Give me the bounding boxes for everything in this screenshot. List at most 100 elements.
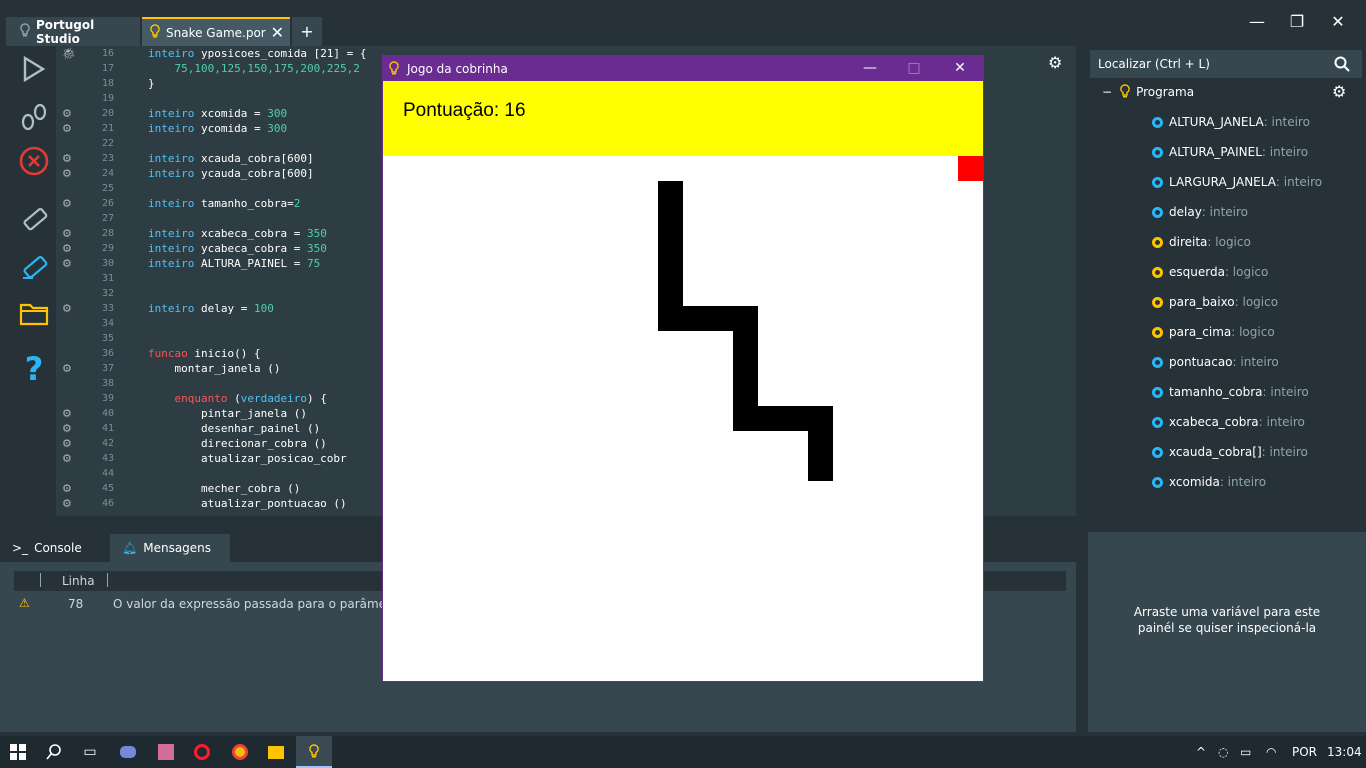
bug-icon[interactable]: ⚙	[62, 198, 76, 210]
variable-item[interactable]: direita : logico	[1152, 232, 1251, 252]
variable-item[interactable]: LARGURA_JANELA : inteiro	[1152, 172, 1322, 192]
close-tab-icon[interactable]: ✕	[271, 23, 284, 42]
tab-snake-game[interactable]: Snake Game.por ✕	[142, 17, 290, 46]
code-line[interactable]: inteiro xcomida = 300	[148, 106, 367, 121]
help-button[interactable]: ?	[17, 350, 51, 388]
inspect-panel[interactable]: Arraste uma variável para este painél se…	[1088, 532, 1366, 732]
language-indicator[interactable]: POR	[1292, 745, 1317, 759]
variable-item[interactable]: esquerda : logico	[1152, 262, 1268, 282]
code-line[interactable]: direcionar_cobra ()	[148, 436, 367, 451]
code-line[interactable]	[148, 316, 367, 331]
gear-icon[interactable]: ⚙	[1332, 82, 1346, 101]
code-line[interactable]	[148, 286, 367, 301]
variable-item[interactable]: xcauda_cobra[] : inteiro	[1152, 442, 1308, 462]
code-line[interactable]: inteiro ycabeca_cobra = 350	[148, 241, 367, 256]
maximize-button[interactable]: ❐	[1285, 12, 1309, 31]
code-line[interactable]	[148, 331, 367, 346]
discord-icon[interactable]	[110, 736, 146, 768]
code-line[interactable]: }	[148, 76, 367, 91]
code-line[interactable]	[148, 271, 367, 286]
search-icon[interactable]	[36, 736, 72, 768]
code-lines[interactable]: inteiro yposicoes_comida [21] = { 75,100…	[148, 46, 367, 511]
gear-icon[interactable]: ⚙	[1048, 53, 1062, 72]
portugol-taskbar-icon[interactable]	[296, 736, 332, 768]
code-line[interactable]: inteiro delay = 100	[148, 301, 367, 316]
run-button[interactable]	[17, 52, 51, 86]
opera-icon[interactable]	[184, 736, 220, 768]
bug-icon[interactable]: ⚙	[62, 123, 76, 135]
code-line[interactable]	[148, 376, 367, 391]
step-button[interactable]	[17, 100, 51, 134]
code-line[interactable]	[148, 91, 367, 106]
code-line[interactable]: pintar_janela ()	[148, 406, 367, 421]
task-view-icon[interactable]: ▭	[72, 736, 108, 768]
app-icon[interactable]	[148, 736, 184, 768]
code-line[interactable]	[148, 466, 367, 481]
variable-item[interactable]: ALTURA_JANELA : inteiro	[1152, 112, 1310, 132]
code-line[interactable]: inteiro ycomida = 300	[148, 121, 367, 136]
code-line[interactable]	[148, 136, 367, 151]
game-close-button[interactable]: ✕	[950, 60, 970, 76]
code-line[interactable]: mecher_cobra ()	[148, 481, 367, 496]
tree-root-programa[interactable]: − Programa	[1102, 82, 1194, 102]
clock[interactable]: 13:04	[1327, 745, 1362, 759]
code-line[interactable]: inteiro yposicoes_comida [21] = {	[148, 46, 367, 61]
battery-icon[interactable]: ▭	[1240, 745, 1251, 759]
game-title-bar[interactable]: Jogo da cobrinha — □ ✕	[383, 56, 983, 81]
variable-item[interactable]: para_baixo : logico	[1152, 292, 1278, 312]
game-minimize-button[interactable]: —	[860, 60, 880, 76]
chevron-up-icon[interactable]: ^	[1196, 745, 1206, 759]
minimize-button[interactable]: —	[1245, 12, 1269, 31]
code-line[interactable]: montar_janela ()	[148, 361, 367, 376]
code-line[interactable]: inteiro ycauda_cobra[600]	[148, 166, 367, 181]
code-line[interactable]: inteiro tamanho_cobra=2	[148, 196, 367, 211]
save-as-button[interactable]	[17, 250, 51, 284]
search-icon[interactable]	[1334, 56, 1350, 72]
variable-item[interactable]: xcabeca_cobra : inteiro	[1152, 412, 1305, 432]
variable-item[interactable]: xcomida : inteiro	[1152, 472, 1266, 492]
variable-item[interactable]: tamanho_cobra : inteiro	[1152, 382, 1309, 402]
breakpoint-gutter[interactable]: 🐞︎ ⚙ ⚙ ⚙ ⚙ ⚙ ⚙ ⚙ ⚙ ⚙ ⚙ ⚙ ⚙ ⚙ ⚙ ⚙ ⚙	[56, 46, 84, 516]
file-explorer-icon[interactable]	[258, 736, 294, 768]
game-board[interactable]	[383, 156, 983, 681]
bug-icon[interactable]: ⚙	[62, 243, 76, 255]
bug-icon[interactable]: ⚙	[62, 408, 76, 420]
code-line[interactable]: enquanto (verdadeiro) {	[148, 391, 367, 406]
variable-item[interactable]: para_cima : logico	[1152, 322, 1275, 342]
code-line[interactable]: atualizar_pontuacao ()	[148, 496, 367, 511]
open-button[interactable]	[17, 296, 51, 330]
wifi-icon[interactable]: ◠	[1266, 745, 1276, 759]
tab-portugol-studio[interactable]: Portugol Studio	[6, 17, 140, 46]
add-tab-button[interactable]: +	[292, 17, 322, 46]
code-line[interactable]: desenhar_painel ()	[148, 421, 367, 436]
code-line[interactable]: inteiro xcabeca_cobra = 350	[148, 226, 367, 241]
bug-icon[interactable]: ⚙	[62, 228, 76, 240]
code-line[interactable]: inteiro xcauda_cobra[600]	[148, 151, 367, 166]
collapse-icon[interactable]: −	[1102, 85, 1112, 99]
bug-icon[interactable]: ⚙	[62, 423, 76, 435]
code-line[interactable]: 75,100,125,150,175,200,225,2	[148, 61, 367, 76]
bug-icon[interactable]: ⚙	[62, 153, 76, 165]
close-button[interactable]: ✕	[1326, 12, 1350, 31]
code-line[interactable]: atualizar_posicao_cobr	[148, 451, 367, 466]
network-icon[interactable]: ◌	[1218, 745, 1228, 759]
variable-item[interactable]: delay : inteiro	[1152, 202, 1248, 222]
stop-button[interactable]	[17, 144, 51, 178]
search-input[interactable]: Localizar (Ctrl + L)	[1090, 50, 1362, 78]
bug-icon[interactable]: ⚙	[62, 498, 76, 510]
bug-icon[interactable]: 🐞︎	[62, 48, 76, 60]
code-line[interactable]	[148, 211, 367, 226]
bug-icon[interactable]: ⚙	[62, 483, 76, 495]
bug-icon[interactable]: ⚙	[62, 258, 76, 270]
bug-icon[interactable]: ⚙	[62, 168, 76, 180]
variable-item[interactable]: ALTURA_PAINEL : inteiro	[1152, 142, 1308, 162]
chrome-icon[interactable]	[222, 736, 258, 768]
bug-icon[interactable]: ⚙	[62, 363, 76, 375]
code-line[interactable]: funcao inicio() {	[148, 346, 367, 361]
tab-messages[interactable]: 🔔︎ Mensagens	[110, 534, 230, 562]
bug-icon[interactable]: ⚙	[62, 303, 76, 315]
variable-item[interactable]: pontuacao : inteiro	[1152, 352, 1279, 372]
windows-start-icon[interactable]	[0, 736, 36, 768]
tab-console[interactable]: >_ Console	[0, 534, 108, 562]
code-line[interactable]	[148, 181, 367, 196]
